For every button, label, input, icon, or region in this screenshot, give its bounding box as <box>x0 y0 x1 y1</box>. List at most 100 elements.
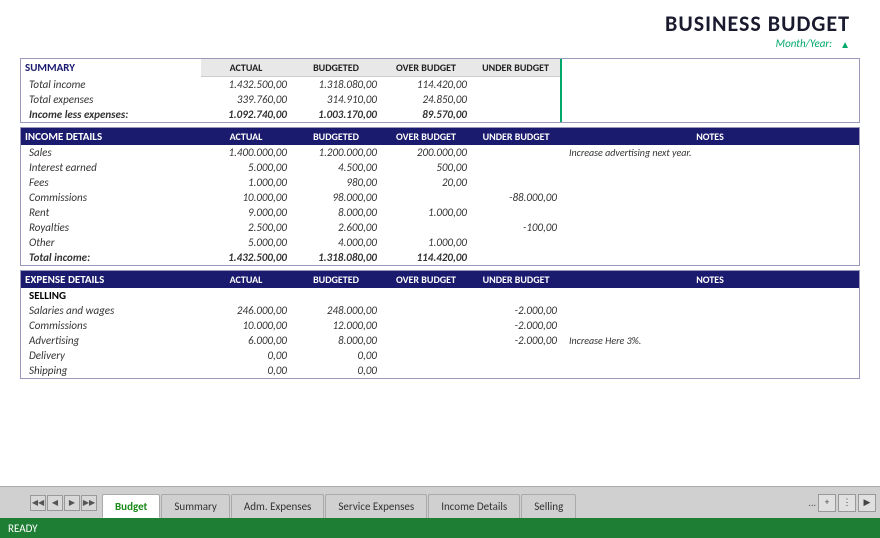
expense-col-notes: NOTES <box>561 271 859 288</box>
expense-delivery-budgeted: 0,00 <box>291 348 381 363</box>
summary-total-income-under <box>471 77 561 93</box>
tab-bar: ◀◀ ◀ ▶ ▶▶ Budget Summary Adm. Expenses S… <box>0 486 880 518</box>
expense-delivery-label: Delivery <box>21 348 201 363</box>
income-royalties-actual: 2.500,00 <box>201 220 291 235</box>
table-row: Shipping 0,00 0,00 <box>21 363 859 378</box>
tab-nav-area: ◀◀ ◀ ▶ ▶▶ <box>30 495 98 511</box>
expense-col-over: OVER BUDGET <box>381 271 471 288</box>
income-royalties-notes <box>561 220 859 235</box>
tab-budget[interactable]: Budget <box>102 494 160 518</box>
income-commissions-notes <box>561 190 859 205</box>
income-sales-under <box>471 145 561 160</box>
tab-scroll-right[interactable]: ⋮ <box>838 494 856 512</box>
summary-col-over: OVER BUDGET <box>381 59 471 77</box>
expense-advertising-budgeted: 8.000,00 <box>291 333 381 348</box>
income-interest-notes <box>561 160 859 175</box>
tab-service-expenses[interactable]: Service Expenses <box>325 494 427 518</box>
income-other-under <box>471 235 561 250</box>
tab-right-controls: ... + ⋮ ▶ <box>808 494 880 512</box>
expense-shipping-budgeted: 0,00 <box>291 363 381 378</box>
summary-income-less-over: 89.570,00 <box>381 107 471 122</box>
tab-nav-last[interactable]: ▶▶ <box>81 495 97 511</box>
income-commissions-actual: 10.000,00 <box>201 190 291 205</box>
table-row: Total expenses 339.760,00 314.910,00 24.… <box>21 92 859 107</box>
income-commissions-budgeted: 98.000,00 <box>291 190 381 205</box>
income-fees-over: 20,00 <box>381 175 471 190</box>
expense-salaries-under: -2.000,00 <box>471 303 561 318</box>
status-bar: READY <box>0 518 880 538</box>
summary-total-expenses-over: 24.850,00 <box>381 92 471 107</box>
income-total-notes <box>561 250 859 265</box>
expense-delivery-under <box>471 348 561 363</box>
tab-income-details[interactable]: Income Details <box>428 494 520 518</box>
month-year-label: Month/Year: <box>776 37 832 50</box>
income-fees-label: Fees <box>21 175 201 190</box>
income-royalties-budgeted: 2.600,00 <box>291 220 381 235</box>
tab-nav-prev[interactable]: ◀ <box>47 495 63 511</box>
tab-summary[interactable]: Summary <box>161 494 230 518</box>
income-total-over: 114.420,00 <box>381 250 471 265</box>
income-rent-budgeted: 8.000,00 <box>291 205 381 220</box>
income-other-actual: 5.000,00 <box>201 235 291 250</box>
summary-total-expenses-label: Total expenses <box>21 92 201 107</box>
income-fees-under <box>471 175 561 190</box>
expense-shipping-label: Shipping <box>21 363 201 378</box>
income-sales-over: 200.000,00 <box>381 145 471 160</box>
table-row: Delivery 0,00 0,00 <box>21 348 859 363</box>
income-commissions-over <box>381 190 471 205</box>
expense-advertising-label: Advertising <box>21 333 201 348</box>
table-row: Commissions 10.000,00 98.000,00 -88.000,… <box>21 190 859 205</box>
income-rent-actual: 9.000,00 <box>201 205 291 220</box>
expense-advertising-over <box>381 333 471 348</box>
income-other-notes <box>561 235 859 250</box>
summary-income-less-under <box>471 107 561 122</box>
tab-adm-expenses[interactable]: Adm. Expenses <box>231 494 324 518</box>
income-fees-budgeted: 980,00 <box>291 175 381 190</box>
expense-salaries-actual: 246.000,00 <box>201 303 291 318</box>
expense-commissions-label: Commissions <box>21 318 201 333</box>
expense-section-name: EXPENSE DETAILS <box>21 271 201 288</box>
expense-commissions-actual: 10.000,00 <box>201 318 291 333</box>
income-total-label: Total income: <box>21 250 201 265</box>
expense-shipping-actual: 0,00 <box>201 363 291 378</box>
income-interest-actual: 5.000,00 <box>201 160 291 175</box>
income-sales-budgeted: 1.200.000,00 <box>291 145 381 160</box>
selling-label: SELLING <box>21 288 859 303</box>
income-sales-notes: Increase advertising next year. <box>561 145 859 160</box>
income-section-name: INCOME DETAILS <box>21 128 201 145</box>
summary-total-expenses-under <box>471 92 561 107</box>
summary-total-income-actual: 1.432.500,00 <box>201 77 291 93</box>
income-total-budgeted: 1.318.080,00 <box>291 250 381 265</box>
tab-selling[interactable]: Selling <box>521 494 576 518</box>
expense-shipping-under <box>471 363 561 378</box>
summary-col-budgeted: BUDGETED <box>291 59 381 77</box>
income-sales-label: Sales <box>21 145 201 160</box>
income-rent-under <box>471 205 561 220</box>
summary-section-name: SUMMARY <box>21 59 201 77</box>
income-col-notes: NOTES <box>561 128 859 145</box>
tab-add-button[interactable]: + <box>818 494 836 512</box>
tab-nav-first[interactable]: ◀◀ <box>30 495 46 511</box>
expense-salaries-label: Salaries and wages <box>21 303 201 318</box>
expense-salaries-over <box>381 303 471 318</box>
business-budget-title: BUSINESS BUDGET <box>665 10 850 37</box>
income-interest-budgeted: 4.500,00 <box>291 160 381 175</box>
summary-income-less-label: Income less expenses: <box>21 107 201 122</box>
tab-nav-next[interactable]: ▶ <box>64 495 80 511</box>
income-other-over: 1.000,00 <box>381 235 471 250</box>
income-other-budgeted: 4.000,00 <box>291 235 381 250</box>
expense-col-under: UNDER BUDGET <box>471 271 561 288</box>
income-sales-actual: 1.400.000,00 <box>201 145 291 160</box>
income-col-over: OVER BUDGET <box>381 128 471 145</box>
expense-delivery-notes <box>561 348 859 363</box>
table-row: Interest earned 5.000,00 4.500,00 500,00 <box>21 160 859 175</box>
expense-salaries-budgeted: 248.000,00 <box>291 303 381 318</box>
table-row: Total income: 1.432.500,00 1.318.080,00 … <box>21 250 859 265</box>
income-total-under <box>471 250 561 265</box>
tab-scroll-end[interactable]: ▶ <box>858 494 876 512</box>
expense-col-actual: ACTUAL <box>201 271 291 288</box>
summary-income-less-budgeted: 1.003.170,00 <box>291 107 381 122</box>
income-rent-over: 1.000,00 <box>381 205 471 220</box>
summary-total-expenses-budgeted: 314.910,00 <box>291 92 381 107</box>
income-other-label: Other <box>21 235 201 250</box>
